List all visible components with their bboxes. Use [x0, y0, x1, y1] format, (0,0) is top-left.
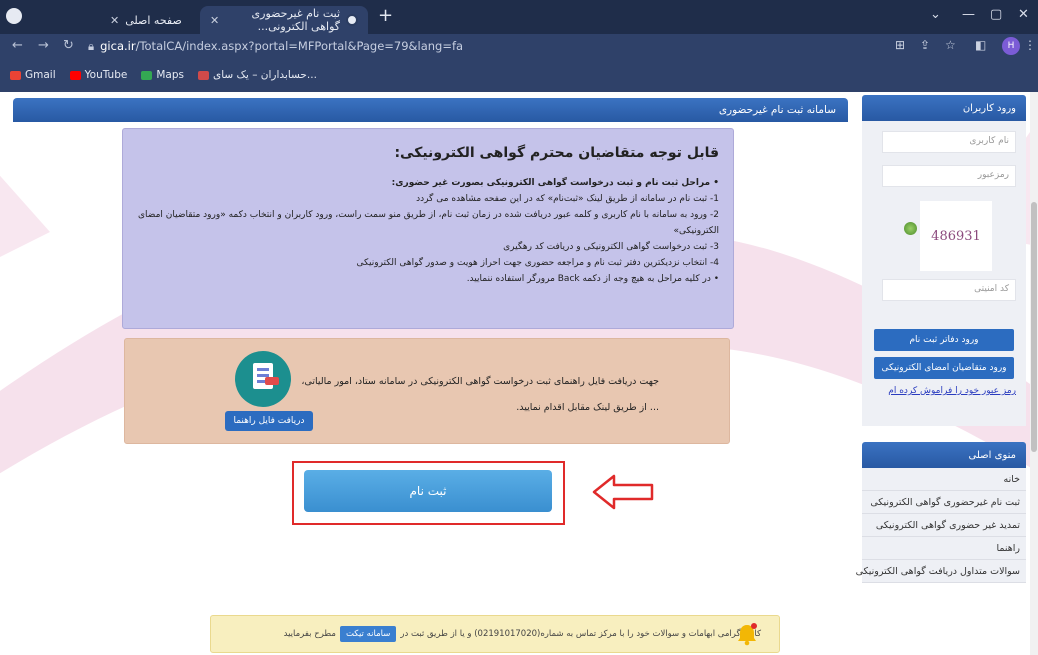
download-guide-line: ... از طریق لینک مقابل اقدام نمایید. — [516, 402, 659, 413]
menu-item-home[interactable]: خانه — [862, 468, 1026, 491]
new-tab-icon[interactable]: + — [378, 5, 393, 26]
download-guide-text: جهت دریافت فایل راهنمای ثبت درخواست گواه… — [259, 369, 659, 421]
tab-home[interactable]: صفحه اصلی ✕ — [100, 6, 198, 34]
side-panel-icon[interactable]: ◧ — [975, 38, 986, 52]
tab-title: صفحه اصلی — [125, 13, 182, 27]
page-scrollbar[interactable] — [1030, 92, 1038, 655]
scroll-thumb[interactable] — [1031, 202, 1037, 452]
signup-button[interactable]: ثبت نام — [304, 470, 552, 512]
translate-icon[interactable]: ⊞ — [895, 38, 905, 52]
reload-icon[interactable]: ↻ — [63, 38, 74, 53]
profile-avatar[interactable]: H — [1002, 37, 1020, 55]
browser-tab-strip: صفحه اصلی ✕ ثبت نام غیرحضوری گواهی الکتر… — [0, 0, 1038, 34]
password-field[interactable]: رمزعبور — [882, 165, 1016, 187]
bookmark-gmail[interactable]: Gmail — [10, 69, 56, 81]
forward-icon[interactable]: → — [38, 38, 49, 53]
download-guide-box: جهت دریافت فایل راهنمای ثبت درخواست گواه… — [124, 338, 730, 444]
url-path: /TotalCA/index.aspx?portal=MFPortal&Page… — [135, 39, 464, 53]
notice-item: 1- ثبت نام در سامانه از طریق لینک «ثبت‌ن… — [416, 194, 719, 204]
guide-document-icon — [235, 351, 291, 407]
main-menu-header: منوی اصلی — [862, 442, 1026, 468]
site-icon — [197, 70, 209, 80]
menu-item-faq[interactable]: سوالات متداول دریافت گواهی الکترونیکی — [856, 560, 1026, 583]
captcha-image: 486931 — [920, 201, 992, 271]
notice-box: قابل توجه متقاضیان محترم گواهی الکترونیک… — [122, 128, 734, 329]
bookmark-youtube[interactable]: YouTube — [69, 69, 127, 81]
notice-title: قابل توجه متقاضیان محترم گواهی الکترونیک… — [394, 145, 719, 161]
captcha-refresh-icon[interactable] — [904, 222, 917, 235]
tab-favicon-icon — [346, 14, 358, 26]
main-menu: خانه ثبت نام غیرحضوری گواهی الکترونیکی ت… — [856, 468, 1026, 583]
menu-item-renew[interactable]: تمدید غیر حضوری گواهی الکترونیکی — [862, 514, 1026, 537]
url-host: gica.ir — [100, 39, 136, 53]
page-viewport: سامانه ثبت نام غیرحضوری قابل توجه متقاضی… — [0, 92, 1038, 655]
content-header-title: سامانه ثبت نام غیرحضوری — [718, 104, 836, 116]
notice-list: مراحل ثبت نام و ثبت درخواست گواهی الکترو… — [137, 175, 719, 287]
tab-search-icon[interactable]: ⌄ — [930, 7, 941, 22]
bell-icon — [738, 623, 757, 646]
address-bar[interactable]: 🔒︎ gica.ir/TotalCA/index.aspx?portal=MFP… — [88, 36, 878, 56]
notice-item: مراحل ثبت نام و ثبت درخواست گواهی الکترو… — [137, 175, 719, 191]
username-field[interactable]: نام کاربری — [882, 131, 1016, 153]
close-window-icon[interactable]: ✕ — [1018, 7, 1029, 22]
office-login-button[interactable]: ورود دفاتر ثبت نام — [874, 329, 1014, 351]
notice-item: 3- ثبت درخواست گواهی الکترونیکی و دریافت… — [503, 242, 719, 252]
bookmarks-bar: Gmail YouTube Maps حسابداران – یک سای... — [0, 58, 1038, 92]
login-panel: نام کاربری رمزعبور 486931 کد امنیتی ورود… — [862, 121, 1026, 426]
footer-text-end: مطرح بفرمایید — [283, 629, 336, 639]
notice-item: در کلیه مراحل به هیچ وجه از دکمه Back مر… — [137, 271, 719, 287]
security-code-field[interactable]: کد امنیتی — [882, 279, 1016, 301]
lock-icon: 🔒︎ — [88, 38, 95, 53]
gmail-icon — [10, 70, 21, 80]
share-icon[interactable]: ⇪ — [920, 38, 930, 52]
bookmark-site[interactable]: حسابداران – یک سای... — [197, 69, 317, 81]
minimize-icon[interactable]: — — [962, 7, 975, 22]
kebab-menu-icon[interactable]: ⋮ — [1024, 38, 1036, 52]
menu-item-signup[interactable]: ثبت نام غیرحضوری گواهی الکترونیکی — [862, 491, 1026, 514]
tab-title: ثبت نام غیرحضوری گواهی الکترونی... — [251, 7, 340, 33]
applicant-login-button[interactable]: ورود متقاضیان امضای الکترونیکی — [874, 357, 1014, 379]
login-panel-header: ورود کاربران — [862, 95, 1026, 121]
maps-icon — [141, 70, 153, 80]
content-header: سامانه ثبت نام غیرحضوری — [13, 98, 848, 122]
tab-signup[interactable]: ثبت نام غیرحضوری گواهی الکترونی... ✕ — [200, 6, 368, 34]
menu-item-help[interactable]: راهنما — [862, 537, 1026, 560]
forgot-password-link[interactable]: رمز عبور خود را فراموش کرده ام — [872, 386, 1016, 396]
browser-toolbar: ← → ↻ 🔒︎ gica.ir/TotalCA/index.aspx?port… — [0, 34, 1038, 58]
back-icon[interactable]: ← — [12, 38, 23, 53]
youtube-icon — [69, 70, 81, 80]
support-footer-bar: کاربر گرامی ابهامات و سوالات خود را با م… — [210, 615, 780, 653]
bookmark-star-icon[interactable]: ☆ — [945, 38, 956, 52]
close-tab-icon[interactable]: ✕ — [210, 14, 219, 27]
notice-item: 2- ورود به سامانه با نام کاربری و کلمه ع… — [138, 210, 719, 236]
footer-text: کاربر گرامی ابهامات و سوالات خود را با م… — [400, 629, 761, 639]
bookmark-maps[interactable]: Maps — [141, 69, 184, 81]
chrome-menu-icon[interactable] — [6, 8, 22, 24]
arrow-left-icon — [592, 474, 654, 510]
ticket-link[interactable]: سامانه تیکت — [339, 626, 397, 642]
download-guide-line: جهت دریافت فایل راهنمای ثبت درخواست گواه… — [301, 376, 659, 387]
download-guide-button[interactable]: دریافت فایل راهنما — [225, 411, 313, 431]
close-tab-icon[interactable]: ✕ — [110, 14, 119, 27]
maximize-icon[interactable]: ▢ — [990, 7, 1002, 22]
notice-item: 4- انتخاب نزدیکترین دفتر ثبت نام و مراجع… — [356, 258, 719, 268]
